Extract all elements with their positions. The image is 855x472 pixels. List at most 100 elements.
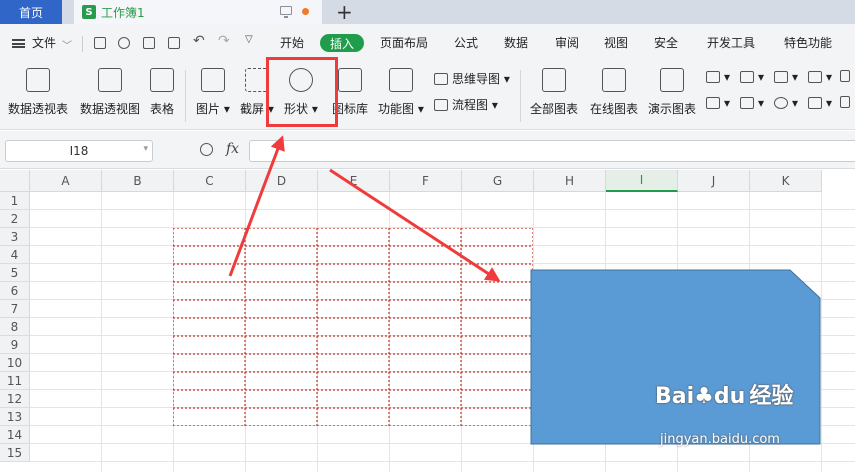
insert-function-icon[interactable]: fx (226, 141, 239, 157)
online-chart-button[interactable]: 在线图表 (590, 68, 638, 117)
row-header-7[interactable]: 7 (0, 300, 30, 318)
column-header-j[interactable]: J (678, 170, 750, 192)
grid-line (30, 209, 855, 210)
column-header-i[interactable]: I (606, 170, 678, 192)
table-button[interactable]: 表格 (150, 68, 174, 117)
document-tab[interactable]: S 工作簿1 (74, 0, 322, 24)
tab-formulas[interactable]: 公式 (454, 34, 478, 51)
row-header-12[interactable]: 12 (0, 390, 30, 408)
column-header-a[interactable]: A (30, 170, 102, 192)
column-header-b[interactable]: B (102, 170, 174, 192)
pivot-chart-button[interactable]: 数据透视图 (80, 68, 140, 117)
row-header-14[interactable]: 14 (0, 426, 30, 444)
function-chart-label: 功能图 ▾ (378, 102, 424, 116)
row-header-4[interactable]: 4 (0, 246, 30, 264)
row-header-5[interactable]: 5 (0, 264, 30, 282)
column-header-k[interactable]: K (750, 170, 822, 192)
row-header-8[interactable]: 8 (0, 318, 30, 336)
formula-bar: I18 ▾ fx (0, 131, 855, 169)
row-header-11[interactable]: 11 (0, 372, 30, 390)
column-header-e[interactable]: E (318, 170, 390, 192)
line-chart-icon[interactable]: ▾ (774, 70, 798, 84)
demo-chart-label: 演示图表 (648, 102, 697, 116)
divider (82, 36, 83, 52)
new-tab-button[interactable]: + (336, 1, 353, 23)
row-header-9[interactable]: 9 (0, 336, 30, 354)
combo-chart-icon[interactable] (840, 96, 854, 108)
column-header-f[interactable]: F (390, 170, 462, 192)
demo-chart-icon (660, 68, 684, 92)
redo-icon[interactable]: ↷ (218, 33, 230, 49)
tab-review[interactable]: 审阅 (555, 34, 579, 51)
pivot-chart-label: 数据透视图 (80, 102, 141, 116)
area-chart-icon[interactable]: ▾ (706, 96, 730, 110)
pivot-table-button[interactable]: 数据透视表 (8, 68, 68, 117)
mind-map-button[interactable]: 思维导图 ▾ (434, 70, 510, 87)
select-all-corner[interactable] (0, 170, 30, 192)
formula-input[interactable] (249, 140, 855, 162)
all-charts-icon (542, 68, 566, 92)
format-painter-icon[interactable] (118, 37, 130, 49)
grid-line (677, 192, 678, 472)
picture-button[interactable]: 图片 ▾ (196, 68, 230, 117)
grid-line (101, 192, 102, 472)
flowchart-button[interactable]: 流程图 ▾ (434, 96, 498, 113)
mind-map-label: 思维导图 (452, 72, 501, 86)
column-chart-icon[interactable]: ▾ (706, 70, 730, 84)
ribbon-divider (185, 70, 186, 122)
undo-icon[interactable]: ↶ (193, 33, 205, 49)
flowchart-label: 流程图 (452, 98, 489, 112)
home-tab[interactable]: 首页 (0, 0, 62, 24)
tab-developer[interactable]: 开发工具 (707, 34, 755, 51)
demo-chart-button[interactable]: 演示图表 (648, 68, 696, 117)
print-preview-icon[interactable] (168, 37, 180, 49)
online-chart-label: 在线图表 (590, 102, 639, 116)
dashed-border-table[interactable] (173, 228, 533, 426)
monitor-icon[interactable] (280, 6, 292, 18)
tab-view[interactable]: 视图 (604, 34, 628, 51)
file-menu[interactable]: 文件 (32, 34, 56, 51)
bar-chart-icon[interactable]: ▾ (740, 70, 764, 84)
pie-chart-icon[interactable]: ▾ (774, 96, 798, 110)
pivot-table-label: 数据透视表 (8, 102, 69, 116)
row-header-13[interactable]: 13 (0, 408, 30, 426)
grid-line (821, 192, 822, 472)
row-header-3[interactable]: 3 (0, 228, 30, 246)
save-icon[interactable] (94, 37, 106, 49)
online-chart-icon (602, 68, 626, 92)
row-header-15[interactable]: 15 (0, 444, 30, 462)
row-header-10[interactable]: 10 (0, 354, 30, 372)
grid-line (749, 192, 750, 472)
customize-toolbar-icon[interactable]: ▽ (245, 34, 253, 45)
column-header-c[interactable]: C (174, 170, 246, 192)
tab-special-features[interactable]: 特色功能 (784, 34, 832, 51)
tab-start[interactable]: 开始 (280, 34, 304, 51)
hamburger-menu-icon[interactable] (12, 39, 25, 48)
chevron-down-icon[interactable]: ﹀ (62, 37, 72, 52)
tab-page-layout[interactable]: 页面布局 (380, 34, 428, 51)
name-box[interactable]: I18 ▾ (5, 140, 153, 162)
worksheet-grid[interactable]: A B C D E F G H I J K 1 2 3 4 5 6 7 8 9 10 11 12 13 14 15 (0, 170, 855, 472)
watermark-url: jingyan.baidu.com (660, 432, 780, 447)
scatter-chart-icon[interactable]: ▾ (808, 96, 832, 110)
stock-chart-icon[interactable]: ▾ (740, 96, 764, 110)
mind-map-icon (434, 72, 448, 85)
radar-chart-icon[interactable]: ▾ (808, 70, 832, 84)
table-label: 表格 (150, 102, 175, 116)
zoom-icon[interactable] (200, 143, 213, 156)
row-header-1[interactable]: 1 (0, 192, 30, 210)
tab-security[interactable]: 安全 (654, 34, 678, 51)
tab-insert[interactable]: 插入 (320, 34, 364, 52)
column-header-d[interactable]: D (246, 170, 318, 192)
column-header-h[interactable]: H (534, 170, 606, 192)
row-header-6[interactable]: 6 (0, 282, 30, 300)
insert-ribbon: 数据透视表 数据透视图 表格 图片 ▾ 截屏 ▾ 形状 ▾ 图标库 功能图 ▾ … (0, 62, 855, 130)
column-header-g[interactable]: G (462, 170, 534, 192)
all-charts-button[interactable]: 全部图表 (530, 68, 578, 117)
chevron-down-icon[interactable]: ▾ (143, 144, 148, 154)
more-chart-icon[interactable] (840, 70, 854, 82)
print-icon[interactable] (143, 37, 155, 49)
function-chart-button[interactable]: 功能图 ▾ (378, 68, 424, 117)
row-header-2[interactable]: 2 (0, 210, 30, 228)
tab-data[interactable]: 数据 (504, 34, 528, 51)
